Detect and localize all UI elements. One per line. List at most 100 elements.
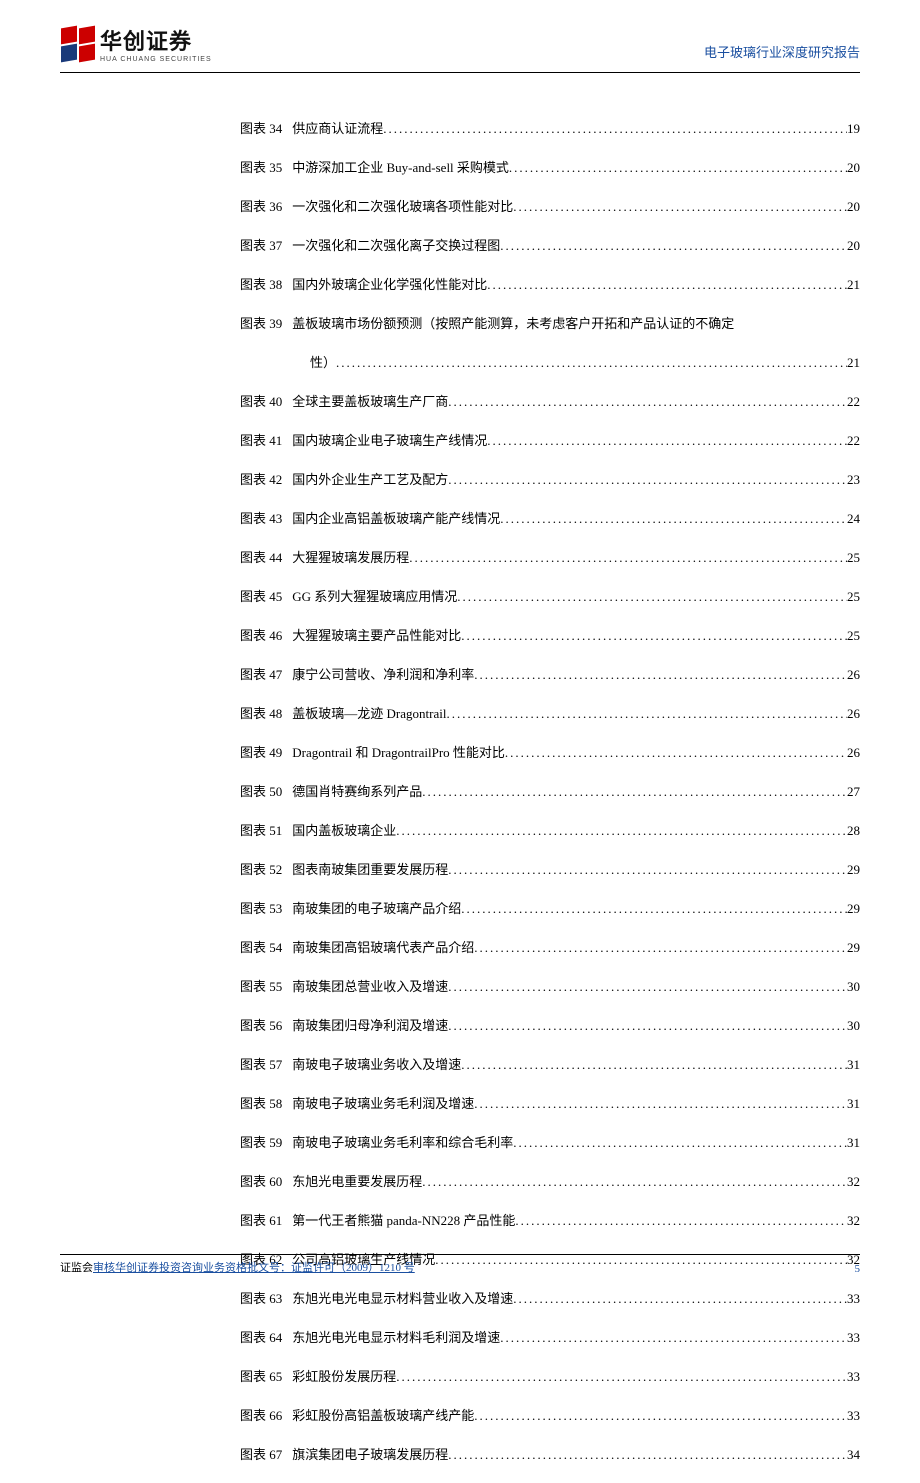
toc-title: 盖板玻璃—龙迹 Dragontrail — [292, 703, 446, 722]
toc-label: 图表 51 — [60, 820, 282, 839]
toc-page-number: 33 — [847, 1330, 860, 1346]
toc-entry: 图表 67旗滨集团电子玻璃发展历程34 — [60, 1444, 860, 1463]
toc-title: 第一代王者熊猫 panda-NN228 产品性能 — [292, 1210, 515, 1229]
toc-title: 南玻集团归母净利润及增速 — [292, 1015, 448, 1034]
toc-page-number: 30 — [847, 979, 860, 995]
toc-leader-dots — [513, 1291, 847, 1307]
toc-title: 南玻集团高铝玻璃代表产品介绍 — [292, 937, 474, 956]
toc-entry: 图表 37一次强化和二次强化离子交换过程图20 — [60, 235, 860, 254]
toc-label: 图表 54 — [60, 937, 282, 956]
toc-title: 彩虹股份发展历程 — [292, 1366, 396, 1385]
toc-label: 图表 42 — [60, 469, 282, 488]
toc-leader-dots — [474, 1096, 847, 1112]
toc-label: 图表 66 — [60, 1405, 282, 1424]
toc-entry-continuation: 性）21 — [60, 352, 860, 371]
toc-entry: 图表 53南玻集团的电子玻璃产品介绍29 — [60, 898, 860, 917]
toc-page-number: 29 — [847, 862, 860, 878]
toc-page-number: 29 — [847, 940, 860, 956]
toc-title: 国内玻璃企业电子玻璃生产线情况 — [292, 430, 487, 449]
toc-page-number: 27 — [847, 784, 860, 800]
toc-title: 一次强化和二次强化玻璃各项性能对比 — [292, 196, 513, 215]
logo-cn-text: 华创证券 — [100, 24, 212, 56]
toc-leader-dots — [422, 784, 847, 800]
toc-entry: 图表 49Dragontrail 和 DragontrailPro 性能对比26 — [60, 742, 860, 761]
toc-entry: 图表 66 彩虹股份高铝盖板玻璃产线产能 33 — [60, 1405, 860, 1424]
toc-page-number: 28 — [847, 823, 860, 839]
toc-page-number: 22 — [847, 433, 860, 449]
toc-entry: 图表 51国内盖板玻璃企业28 — [60, 820, 860, 839]
page-number: 5 — [855, 1263, 861, 1275]
toc-entry: 图表 60东旭光电重要发展历程32 — [60, 1171, 860, 1190]
toc-page-number: 32 — [847, 1174, 860, 1190]
toc-entry: 图表 52 图表南玻集团重要发展历程 29 — [60, 859, 860, 878]
toc-leader-dots — [461, 1057, 847, 1073]
toc-title: 图表南玻集团重要发展历程 — [292, 859, 448, 878]
toc-label: 图表 60 — [60, 1171, 282, 1190]
toc-entry: 图表 65彩虹股份发展历程33 — [60, 1366, 860, 1385]
toc-page-number: 30 — [847, 1018, 860, 1034]
toc-leader-dots — [513, 1135, 847, 1151]
toc-leader-dots — [422, 1174, 847, 1190]
toc-title: 东旭光电光电显示材料营业收入及增速 — [292, 1288, 513, 1307]
toc-title: 中游深加工企业 Buy-and-sell 采购模式 — [292, 157, 509, 176]
toc-label: 图表 38 — [60, 274, 282, 293]
toc-page-number: 25 — [847, 589, 860, 605]
toc-leader-dots — [515, 1213, 847, 1229]
toc-title: 德国肖特赛绚系列产品 — [292, 781, 422, 800]
toc-label: 图表 46 — [60, 625, 282, 644]
toc-leader-dots — [396, 1369, 847, 1385]
footer-prefix: 证监会 — [60, 1262, 93, 1274]
toc-page-number: 23 — [847, 472, 860, 488]
page-header: 华创证券 HUA CHUANG SECURITIES 电子玻璃行业深度研究报告 — [60, 24, 860, 63]
toc-page-number: 25 — [847, 550, 860, 566]
toc-page-number: 33 — [847, 1408, 860, 1424]
toc-leader-dots — [509, 160, 847, 176]
toc-page-number: 20 — [847, 160, 860, 176]
toc-label: 图表 41 — [60, 430, 282, 449]
toc-leader-dots — [500, 238, 847, 254]
toc-label: 图表 52 — [60, 859, 282, 878]
toc-title: 大猩猩玻璃主要产品性能对比 — [292, 625, 461, 644]
toc-page-number: 34 — [847, 1447, 860, 1463]
toc-leader-dots — [336, 355, 847, 371]
toc-title: GG 系列大猩猩玻璃应用情况 — [292, 586, 457, 605]
toc-page-number: 20 — [847, 238, 860, 254]
toc-page-number: 29 — [847, 901, 860, 917]
toc-label: 图表 63 — [60, 1288, 282, 1307]
company-logo: 华创证券 HUA CHUANG SECURITIES — [60, 24, 212, 63]
toc-entry: 图表 50德国肖特赛绚系列产品27 — [60, 781, 860, 800]
toc-title: 彩虹股份高铝盖板玻璃产线产能 — [292, 1405, 474, 1424]
toc-page-number: 19 — [847, 121, 860, 137]
toc-label: 图表 61 — [60, 1210, 282, 1229]
footer-license-text: 证监会审核华创证券投资咨询业务资格批文号：证监许可（2009）1210 号 — [60, 1259, 415, 1275]
toc-entry: 图表 45GG 系列大猩猩玻璃应用情况25 — [60, 586, 860, 605]
toc-page-number: 32 — [847, 1213, 860, 1229]
toc-label: 图表 48 — [60, 703, 282, 722]
toc-title: 南玻电子玻璃业务收入及增速 — [292, 1054, 461, 1073]
toc-leader-dots — [448, 472, 847, 488]
toc-page-number: 33 — [847, 1369, 860, 1385]
toc-label: 图表 47 — [60, 664, 282, 683]
toc-title: 大猩猩玻璃发展历程 — [292, 547, 409, 566]
toc-title: 南玻电子玻璃业务毛利率和综合毛利率 — [292, 1132, 513, 1151]
toc-leader-dots — [448, 1447, 847, 1463]
toc-entry: 图表 35中游深加工企业 Buy-and-sell 采购模式20 — [60, 157, 860, 176]
toc-leader-dots — [461, 628, 847, 644]
toc-page-number: 26 — [847, 667, 860, 683]
toc-label: 图表 49 — [60, 742, 282, 761]
toc-label: 图表 64 — [60, 1327, 282, 1346]
toc-title: 旗滨集团电子玻璃发展历程 — [292, 1444, 448, 1463]
toc-leader-dots — [446, 706, 847, 722]
toc-entry: 图表 61 第一代王者熊猫 panda-NN228 产品性能 32 — [60, 1210, 860, 1229]
toc-leader-dots — [500, 511, 847, 527]
toc-entry: 图表 55南玻集团总营业收入及增速30 — [60, 976, 860, 995]
footer-link[interactable]: 审核华创证券投资咨询业务资格批文号：证监许可（2009）1210 号 — [93, 1262, 415, 1274]
toc-leader-dots — [457, 589, 847, 605]
toc-label: 图表 53 — [60, 898, 282, 917]
toc-leader-dots — [448, 1018, 847, 1034]
toc-page-number: 21 — [847, 277, 860, 293]
toc-leader-dots — [474, 940, 847, 956]
toc-label: 图表 39 — [60, 313, 282, 332]
toc-label: 图表 56 — [60, 1015, 282, 1034]
logo-mark-icon — [60, 26, 96, 62]
